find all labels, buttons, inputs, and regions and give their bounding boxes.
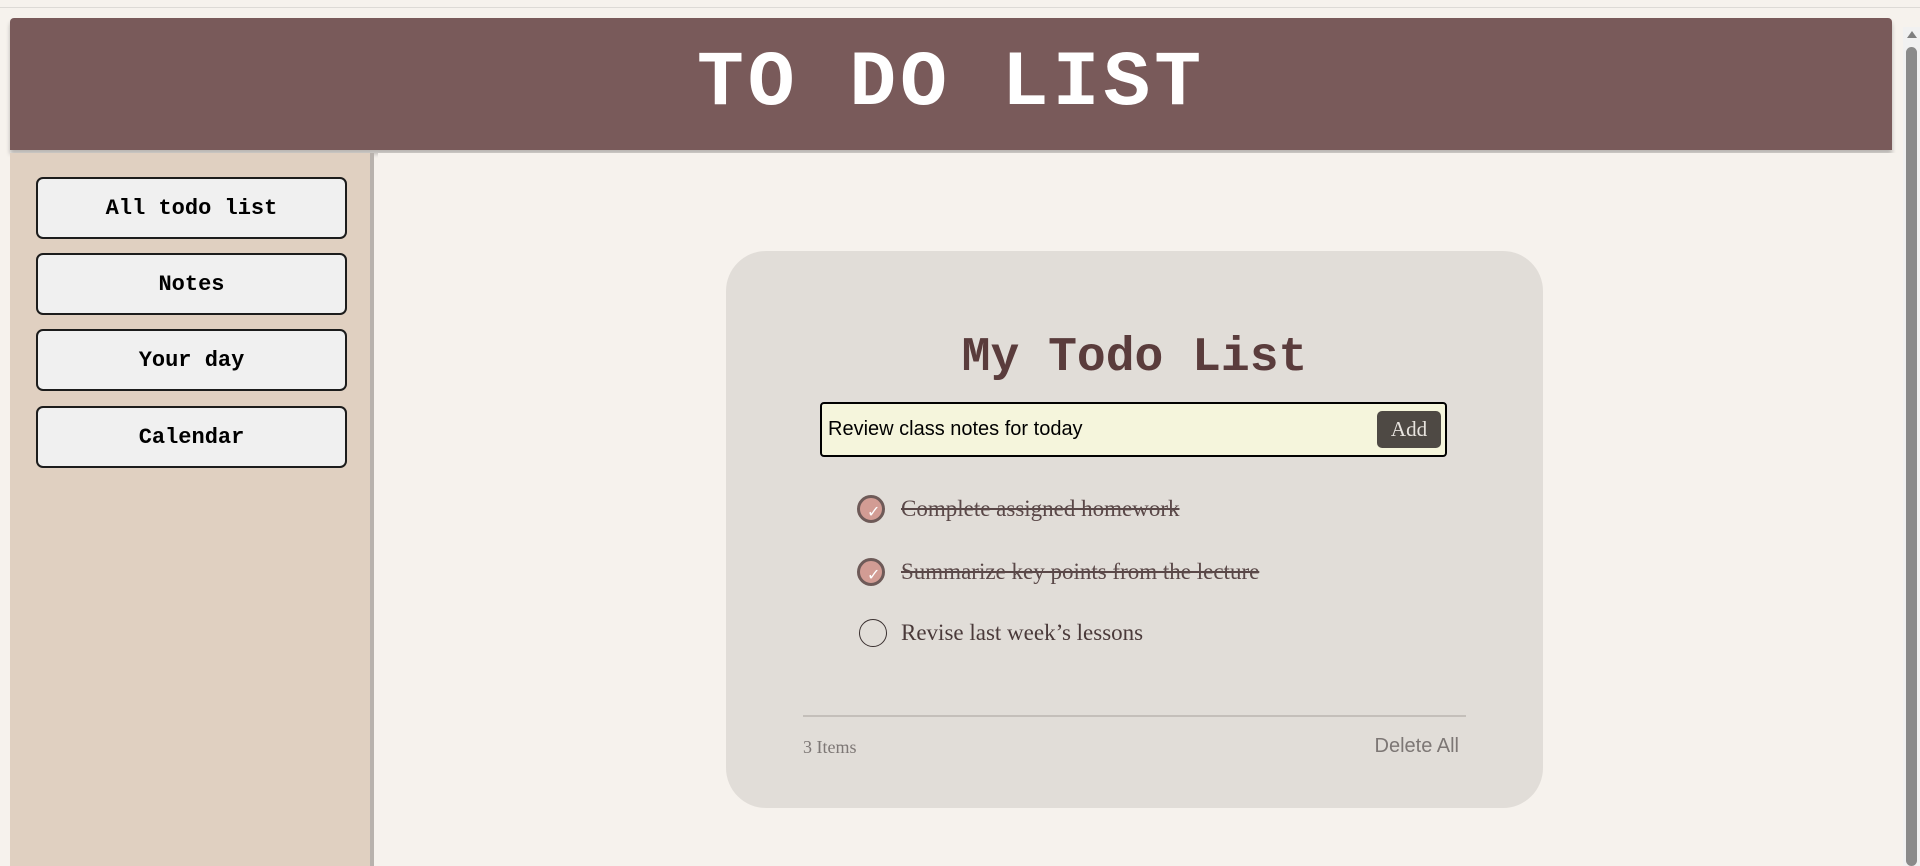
- todo-text: Revise last week’s lessons: [901, 620, 1144, 645]
- scrollbar-thumb[interactable]: [1906, 47, 1917, 866]
- todo-checkbox-checked[interactable]: ✓: [857, 495, 885, 523]
- todo-item: Revise last week’s lessons: [859, 613, 1143, 653]
- sidebar-item-your-day[interactable]: Your day: [36, 329, 347, 391]
- sidebar-item-notes[interactable]: Notes: [36, 253, 347, 315]
- checkmark-icon: ✓: [867, 565, 881, 584]
- todo-input[interactable]: [828, 404, 1348, 455]
- todo-input-row: Add: [820, 402, 1447, 457]
- footer-divider: [803, 715, 1466, 717]
- app-title: TO DO LIST: [696, 40, 1206, 128]
- todo-item: ✓ Summarize key points from the lecture: [857, 552, 1259, 592]
- card-title: My Todo List: [961, 331, 1308, 385]
- todo-text: Complete assigned homework: [901, 496, 1180, 521]
- todo-checkbox-unchecked[interactable]: [859, 619, 887, 647]
- todo-text: Summarize key points from the lecture: [901, 559, 1260, 584]
- sidebar-item-calendar[interactable]: Calendar: [36, 406, 347, 468]
- todo-card: My Todo List Add ✓ Complete assigned hom…: [726, 251, 1543, 808]
- add-button[interactable]: Add: [1377, 411, 1441, 448]
- todo-item: ✓ Complete assigned homework: [857, 489, 1180, 529]
- sidebar: All todo list Notes Your day Calendar: [10, 153, 374, 866]
- todo-checkbox-checked[interactable]: ✓: [857, 558, 885, 586]
- item-count: 3 Items: [803, 737, 857, 757]
- browser-top-edge: [0, 0, 1920, 8]
- checkmark-icon: ✓: [867, 502, 881, 521]
- arrow-up-icon[interactable]: [1907, 31, 1917, 38]
- delete-all-button[interactable]: Delete All: [1375, 735, 1460, 758]
- sidebar-item-all-todo-list[interactable]: All todo list: [36, 177, 347, 239]
- app-header: TO DO LIST: [10, 18, 1892, 150]
